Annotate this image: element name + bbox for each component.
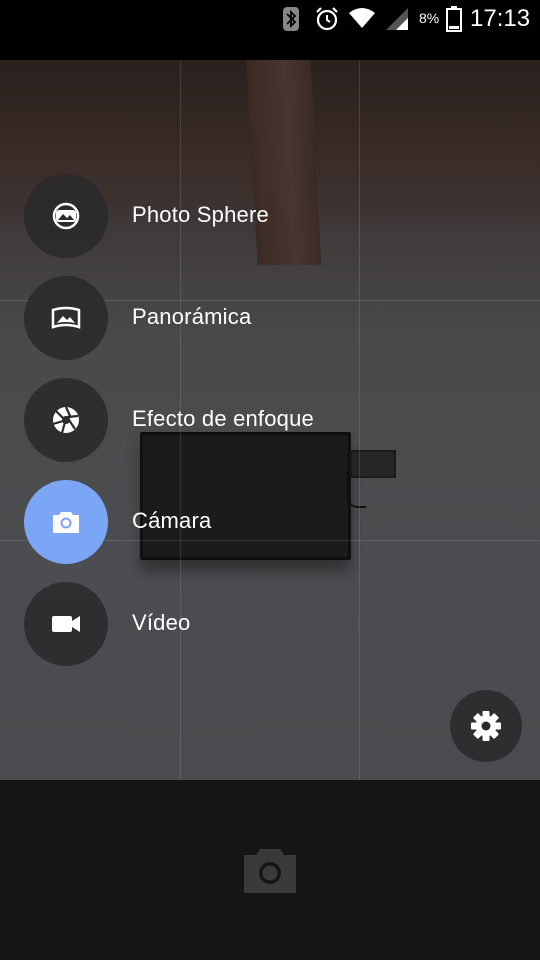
bottom-bar <box>0 780 540 960</box>
mode-label: Panorámica <box>132 304 252 329</box>
signal-icon <box>386 8 408 30</box>
photo-sphere-icon <box>52 202 80 230</box>
panorama-icon <box>51 306 81 329</box>
mode-icon-circle <box>24 582 108 666</box>
battery-percent: 8% <box>419 10 440 26</box>
mode-icon-circle <box>24 480 108 564</box>
mode-icon-circle <box>24 276 108 360</box>
mode-label: Efecto de enfoque <box>132 406 314 431</box>
mode-panorama[interactable]: Panorámica <box>24 276 444 360</box>
alarm-icon <box>316 7 338 31</box>
camera-icon <box>53 512 79 533</box>
settings-button[interactable] <box>450 690 522 762</box>
clock: 17:13 <box>470 5 531 32</box>
mode-icon-circle <box>24 378 108 462</box>
mode-icon-circle <box>24 174 108 258</box>
camera-icon <box>244 849 296 893</box>
mode-label: Photo Sphere <box>132 202 269 227</box>
shutter-button[interactable] <box>236 840 304 900</box>
status-bar: 8% 17:13 <box>0 0 540 60</box>
mode-label: Cámara <box>132 508 212 533</box>
gear-icon <box>471 711 501 741</box>
video-icon <box>52 616 80 632</box>
bluetooth-icon <box>283 7 299 31</box>
mode-camera[interactable]: Cámara <box>24 480 444 564</box>
mode-label: Vídeo <box>132 610 191 635</box>
aperture-icon <box>52 406 79 434</box>
wifi-icon <box>349 8 375 28</box>
mode-photo-sphere[interactable]: Photo Sphere <box>24 174 444 258</box>
mode-video[interactable]: Vídeo <box>24 582 444 666</box>
battery-icon <box>446 6 462 32</box>
mode-lens-blur[interactable]: Efecto de enfoque <box>24 378 444 462</box>
